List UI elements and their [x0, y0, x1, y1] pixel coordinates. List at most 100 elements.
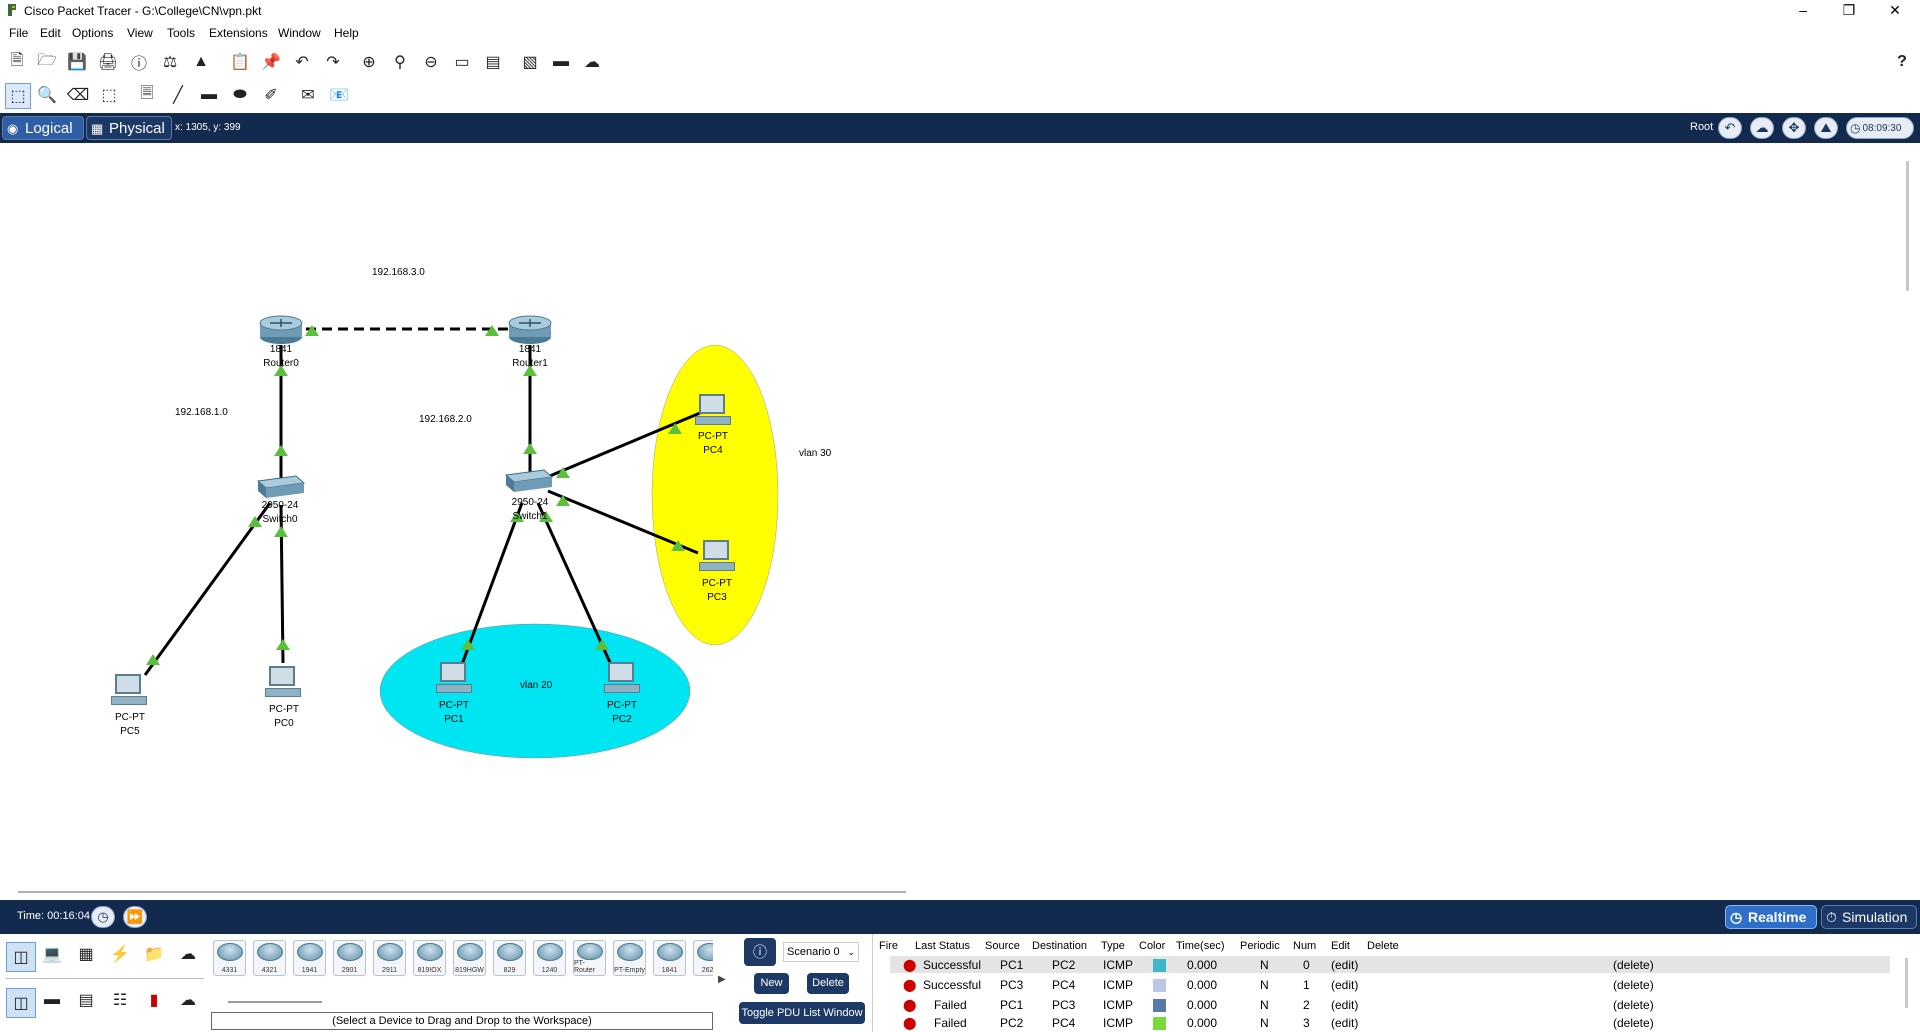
menu-window[interactable]: Window	[278, 26, 321, 40]
paste-icon[interactable]: 📌	[259, 50, 283, 74]
components-icon[interactable]: ▦	[74, 942, 98, 966]
freeform-icon[interactable]: ✐	[259, 83, 283, 107]
pc-icon[interactable]	[434, 662, 474, 696]
vlan-label[interactable]: vlan 20	[520, 679, 552, 693]
network-wizard-icon[interactable]: ⚖	[158, 50, 182, 74]
pc-icon[interactable]	[693, 394, 733, 428]
complex-pdu-icon[interactable]: 📧	[327, 83, 351, 107]
delete-icon[interactable]: ⌫	[66, 83, 90, 107]
pc-icon[interactable]	[602, 662, 642, 696]
tab-physical[interactable]: ▦ Physical	[86, 116, 172, 140]
ipc-icon[interactable]: ▬	[549, 50, 573, 74]
menu-extensions[interactable]: Extensions	[209, 26, 268, 40]
fire-icon[interactable]: ⬤	[903, 978, 916, 992]
back-icon[interactable]: ↶	[1718, 117, 1742, 139]
menu-help[interactable]: Help	[334, 26, 359, 40]
router-model-819iox[interactable]: 819IOX	[413, 940, 446, 976]
wireless-category-icon[interactable]: ☷	[108, 988, 132, 1012]
pdu-scrollbar[interactable]	[1905, 958, 1908, 1008]
router-model-4321[interactable]: 4321	[253, 940, 286, 976]
panel-collapse-icon[interactable]: ▶	[718, 974, 726, 985]
info-icon[interactable]: ⓘ	[127, 50, 151, 74]
menu-tools[interactable]: Tools	[167, 26, 195, 40]
ellipse-icon[interactable]: ⬬	[228, 83, 252, 107]
custom-device-icon[interactable]: ▤	[481, 50, 505, 74]
edit-link[interactable]: (edit)	[1331, 978, 1358, 992]
fire-icon[interactable]: ⬤	[903, 998, 916, 1012]
set-background-icon[interactable]: ⛰	[1814, 117, 1838, 139]
undo-icon[interactable]: ↶	[290, 50, 314, 74]
menu-options[interactable]: Options	[72, 26, 113, 40]
new-scenario-button[interactable]: New	[754, 973, 789, 994]
print-icon[interactable]: 🖨	[96, 50, 120, 74]
activity-wizard-icon[interactable]: ▲	[189, 50, 213, 74]
switch-icon[interactable]	[256, 475, 306, 498]
routers-category-icon[interactable]: ◫	[6, 988, 36, 1018]
multiuser-icon[interactable]: ☁	[176, 942, 200, 966]
end-devices-icon[interactable]: 💻	[40, 942, 64, 966]
router-model-2620[interactable]: 2620	[693, 940, 713, 976]
realtime-mode-button[interactable]: ◷ Realtime	[1725, 905, 1817, 929]
switches-category-icon[interactable]: ▬	[40, 988, 64, 1012]
line-icon[interactable]: ╱	[166, 83, 190, 107]
resize-icon[interactable]: ⬚	[97, 83, 121, 107]
menu-file[interactable]: File	[9, 26, 28, 40]
network-label[interactable]: 192.168.2.0	[419, 413, 472, 427]
restore-button[interactable]: ❐	[1826, 0, 1872, 22]
clock-display[interactable]: ◷ 08:09:30	[1846, 117, 1914, 139]
move-object-icon[interactable]: ✥	[1782, 117, 1806, 139]
pc-icon[interactable]	[109, 674, 149, 708]
delete-link[interactable]: (delete)	[1613, 978, 1654, 992]
network-devices-icon[interactable]: ◫	[6, 942, 36, 972]
network-label[interactable]: 192.168.3.0	[372, 266, 425, 280]
simulation-mode-button[interactable]: ⏱ Simulation	[1821, 905, 1917, 929]
router-model-1240[interactable]: 1240	[533, 940, 566, 976]
delete-link[interactable]: (delete)	[1613, 1016, 1654, 1030]
router-icon[interactable]	[508, 315, 552, 344]
device-list-scrollbar[interactable]	[228, 1001, 322, 1003]
edit-link[interactable]: (edit)	[1331, 958, 1358, 972]
router-model-2911[interactable]: 2911	[373, 940, 406, 976]
router-icon[interactable]	[259, 315, 303, 344]
delete-link[interactable]: (delete)	[1613, 958, 1654, 972]
edit-link[interactable]: (edit)	[1331, 998, 1358, 1012]
redo-icon[interactable]: ↷	[321, 50, 345, 74]
help-icon[interactable]: ?	[1890, 50, 1914, 74]
simple-pdu-icon[interactable]: ✉	[296, 83, 320, 107]
switch-icon[interactable]	[504, 469, 554, 492]
router-model-1941[interactable]: 1941	[293, 940, 326, 976]
close-button[interactable]: ✕	[1872, 0, 1918, 22]
router-model-2901[interactable]: 2901	[333, 940, 366, 976]
router-model-1841[interactable]: 1841	[653, 940, 686, 976]
note-icon[interactable]: 🗏	[135, 83, 159, 107]
toggle-pdu-list-button[interactable]: Toggle PDU List Window	[739, 1002, 865, 1024]
pc-icon[interactable]	[697, 540, 737, 574]
info-icon[interactable]: ⓘ	[744, 938, 776, 966]
tab-logical[interactable]: ◉ Logical	[2, 116, 84, 140]
cluster-icon[interactable]: ☁	[580, 50, 604, 74]
select-icon[interactable]: ⬚	[5, 83, 31, 109]
miscellaneous-icon[interactable]: 📁	[142, 942, 166, 966]
router-model-819hgw[interactable]: 819HGW	[453, 940, 486, 976]
fire-icon[interactable]: ⬤	[903, 958, 916, 972]
router-model-pt-router[interactable]: PT-Router	[573, 940, 606, 976]
zoom-in-icon[interactable]: ⊕	[357, 50, 381, 74]
scenario-select[interactable]: Scenario 0 ⌄	[783, 942, 859, 962]
network-label[interactable]: 192.168.1.0	[175, 406, 228, 420]
zoom-reset-icon[interactable]: ⚲	[388, 50, 412, 74]
delete-scenario-button[interactable]: Delete	[807, 973, 849, 994]
router-model-4331[interactable]: 4331	[213, 940, 246, 976]
root-label[interactable]: Root	[1690, 121, 1713, 133]
fast-forward-icon[interactable]: ⏩	[123, 906, 147, 928]
hubs-category-icon[interactable]: ▤	[74, 988, 98, 1012]
pc-icon[interactable]	[263, 666, 303, 700]
new-file-icon[interactable]: 🗎	[5, 50, 29, 74]
fire-icon[interactable]: ⬤	[903, 1016, 916, 1030]
table-row[interactable]: ⬤ Successful PC1 PC2 ICMP 0.000 N 0 (edi…	[890, 956, 1890, 973]
open-file-icon[interactable]: 🗁	[35, 50, 59, 74]
logical-workspace[interactable]: 192.168.3.0 192.168.1.0 192.168.2.0 vlan…	[0, 143, 1920, 900]
vlan-label[interactable]: vlan 30	[799, 447, 831, 461]
table-row[interactable]: ⬤ Successful PC3 PC4 ICMP 0.000 N 1 (edi…	[890, 976, 1890, 993]
router-model-pt-empty[interactable]: PT-Empty	[613, 940, 646, 976]
viewport-icon[interactable]: ▧	[518, 50, 542, 74]
